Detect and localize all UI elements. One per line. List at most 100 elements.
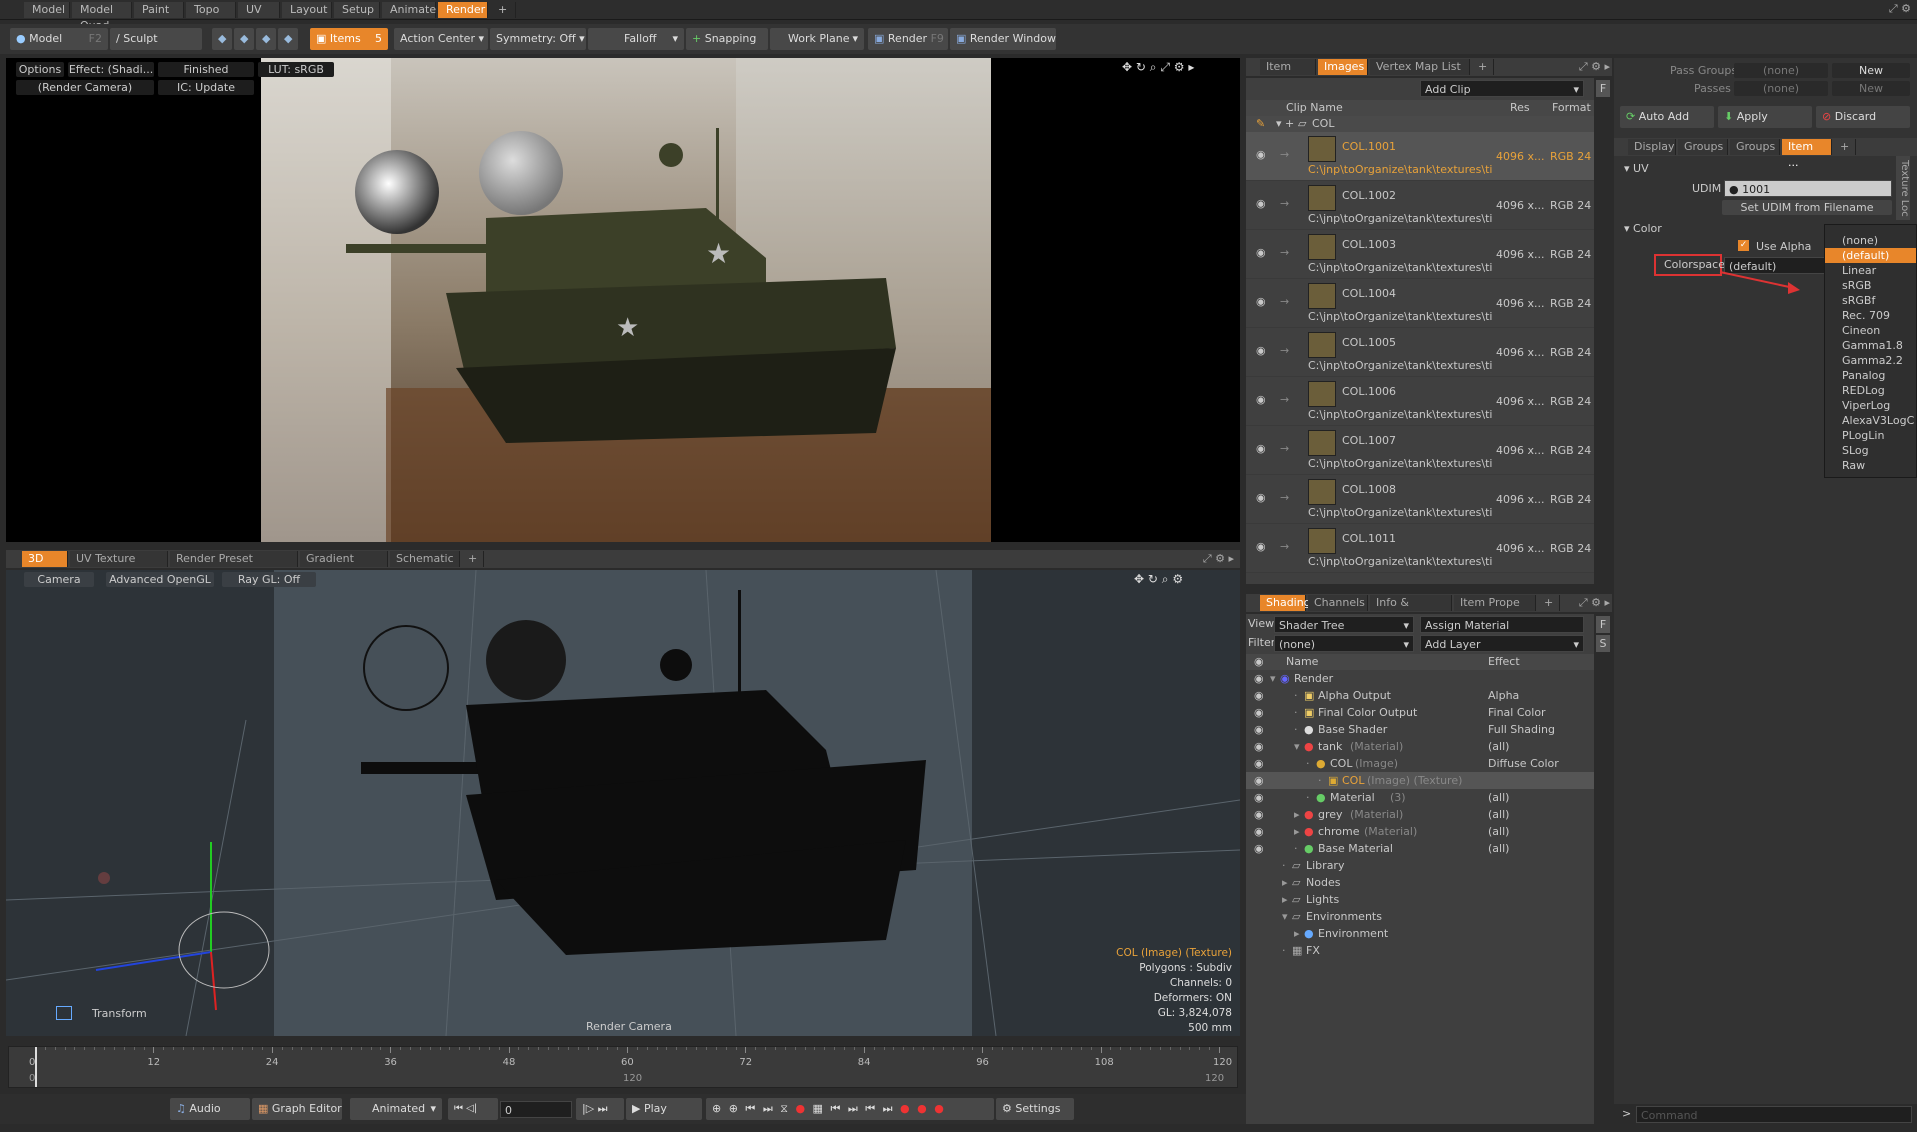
- clip-group-row[interactable]: ✎ ▾ + ▱ COL: [1246, 116, 1594, 132]
- colorspace-option[interactable]: Gamma1.8: [1825, 338, 1916, 353]
- shading-tab-3[interactable]: Item Prope ...: [1454, 595, 1536, 625]
- gear-icon[interactable]: ⚙: [1174, 60, 1185, 74]
- view3d-viewport[interactable]: Camera Advanced OpenGL Ray GL: Off ✥ ↻ ⌕…: [6, 570, 1240, 1036]
- shader-tree-item[interactable]: ◉ · ● Base Material (all): [1246, 840, 1594, 857]
- eye-icon[interactable]: ◉: [1254, 721, 1264, 738]
- tree-toggle-icon[interactable]: ·: [1294, 704, 1298, 721]
- raygl-dropdown[interactable]: Ray GL: Off: [222, 572, 316, 587]
- graph-editor-button[interactable]: ▦ Graph Editor: [252, 1098, 342, 1120]
- eye-icon[interactable]: ◉: [1256, 197, 1266, 210]
- view3d-tab-1[interactable]: UV Texture View: [70, 551, 168, 581]
- tree-toggle-icon[interactable]: ·: [1318, 772, 1322, 789]
- menu-tab-animate[interactable]: Animate: [382, 2, 436, 18]
- shading-tab-1[interactable]: Channels: [1308, 595, 1368, 611]
- add-clip-dropdown[interactable]: Add Clip ▾: [1420, 80, 1584, 97]
- props-tab-1[interactable]: Groups: [1678, 139, 1728, 155]
- tree-toggle-icon[interactable]: ▸: [1282, 891, 1288, 908]
- tree-toggle-icon[interactable]: ▸: [1282, 874, 1288, 891]
- apply-button[interactable]: ⬇ Apply: [1718, 106, 1812, 128]
- texture-locator-tab[interactable]: Texture Loc: [1896, 156, 1910, 220]
- arrow-right-icon[interactable]: ▸: [1188, 60, 1194, 74]
- images-tab-1[interactable]: Images: [1318, 59, 1368, 75]
- shader-tree-item[interactable]: ◉ ▸ ● grey (Material) (all): [1246, 806, 1594, 823]
- move-icon[interactable]: ✥: [1134, 572, 1144, 586]
- colorspace-menu[interactable]: (none) (default) Linear sRGB sRGBf Rec. 709 Ci…: [1824, 224, 1917, 478]
- add-tab-button[interactable]: +: [490, 2, 517, 18]
- action-center-dropdown[interactable]: Action Center ▾: [394, 28, 488, 50]
- clip-row[interactable]: ◉ → COL.1006 C:\jnp\toOrganize\tank\texture…: [1246, 377, 1594, 426]
- passes-dropdown[interactable]: (none): [1734, 81, 1828, 96]
- tree-toggle-icon[interactable]: ▸: [1294, 925, 1300, 942]
- opengl-dropdown[interactable]: Advanced OpenGL: [106, 572, 214, 587]
- tree-toggle-icon[interactable]: ·: [1306, 755, 1310, 772]
- colorspace-option[interactable]: Gamma2.2: [1825, 353, 1916, 368]
- clip-row[interactable]: ◉ → COL.1002 C:\jnp\toOrganize\tank\texture…: [1246, 181, 1594, 230]
- menu-tab-setup[interactable]: Setup: [334, 2, 380, 18]
- props-tab-0[interactable]: Display: [1628, 139, 1676, 155]
- eye-icon[interactable]: ◉: [1256, 540, 1266, 553]
- colorspace-option[interactable]: (none): [1825, 233, 1916, 248]
- shader-tree-item[interactable]: ◉ · ● Base Shader Full Shading: [1246, 721, 1594, 738]
- clip-row[interactable]: ◉ → COL.1008 C:\jnp\toOrganize\tank\texture…: [1246, 475, 1594, 524]
- shader-tree-item[interactable]: ◉ ▾ ● tank (Material) (all): [1246, 738, 1594, 755]
- eye-icon[interactable]: ◉: [1254, 704, 1264, 721]
- eye-icon[interactable]: ◉: [1256, 491, 1266, 504]
- f-button[interactable]: F: [1596, 616, 1610, 633]
- eye-icon[interactable]: ◉: [1256, 148, 1266, 161]
- eye-icon[interactable]: ◉: [1254, 823, 1264, 840]
- add-tab-button[interactable]: +: [1834, 139, 1857, 155]
- symmetry-dropdown[interactable]: Symmetry: Off ▾: [490, 28, 586, 50]
- sculpt-button[interactable]: / Sculpt: [110, 28, 202, 50]
- shading-tab-0[interactable]: Shading: [1260, 595, 1311, 611]
- panel-tools[interactable]: ⤢ ⚙ ▸: [1579, 58, 1610, 76]
- new-pass-button[interactable]: New: [1832, 81, 1910, 96]
- render-button[interactable]: ▣ Render F9: [868, 28, 948, 50]
- eye-icon[interactable]: ◉: [1256, 295, 1266, 308]
- play-button[interactable]: ▶ Play: [626, 1098, 702, 1120]
- shader-tree-item[interactable]: ▸ ▱ Nodes: [1246, 874, 1594, 891]
- shader-tree-item[interactable]: ▸ ▱ Lights: [1246, 891, 1594, 908]
- viewport-nav-icons[interactable]: ✥ ↻ ⌕ ⤢ ⚙ ▸: [1122, 60, 1194, 75]
- fit-icon[interactable]: ⤢: [1160, 60, 1170, 74]
- eye-icon[interactable]: ◉: [1254, 670, 1264, 687]
- render-camera-dropdown[interactable]: (Render Camera): [16, 80, 154, 95]
- eye-icon[interactable]: ◉: [1254, 755, 1264, 772]
- add-tab-button[interactable]: +: [1472, 59, 1495, 75]
- vertex-mode-button[interactable]: ◆: [212, 28, 232, 50]
- zoom-icon[interactable]: ⌕: [1150, 60, 1157, 74]
- key-tools[interactable]: ⊕ ⊕ ⏮ ⏭ ⧖ ● ▦ ⏮ ⏭ ⏮ ⏭ ● ● ●: [706, 1098, 994, 1120]
- skip-start-buttons[interactable]: ⏮ ◁|: [448, 1098, 498, 1120]
- eye-icon[interactable]: ◉: [1254, 806, 1264, 823]
- panel-tools[interactable]: ⤢ ⚙ ▸: [1579, 594, 1610, 612]
- colorspace-option[interactable]: sRGBf: [1825, 293, 1916, 308]
- discard-button[interactable]: ⊘ Discard: [1816, 106, 1910, 128]
- view-dropdown[interactable]: Shader Tree ▾: [1274, 616, 1414, 633]
- new-pass-group-button[interactable]: New: [1832, 63, 1910, 78]
- move-icon[interactable]: ✥: [1122, 60, 1132, 74]
- eye-icon[interactable]: ◉: [1254, 738, 1264, 755]
- shader-tree-item[interactable]: ▸ ● Environment: [1246, 925, 1594, 942]
- colorspace-option[interactable]: Rec. 709: [1825, 308, 1916, 323]
- colorspace-option[interactable]: Linear: [1825, 263, 1916, 278]
- items-mode-button[interactable]: ▣ Items 5: [310, 28, 388, 50]
- window-controls[interactable]: ⤢ ⚙: [1889, 2, 1911, 16]
- clip-row[interactable]: ◉ → COL.1001 C:\jnp\toOrganize\tank\texture…: [1246, 132, 1594, 181]
- shader-tree-item[interactable]: ◉ ▾ ◉ Render: [1246, 670, 1594, 687]
- filter-dropdown[interactable]: (none) ▾: [1274, 635, 1414, 652]
- tree-toggle-icon[interactable]: ▾: [1294, 738, 1300, 755]
- udim-input[interactable]: ● 1001: [1724, 180, 1892, 197]
- timeline[interactable]: 0 12 24 36 48 60 72 84 96 108 120 0 120 120: [8, 1046, 1238, 1088]
- add-tab-button[interactable]: +: [1538, 595, 1561, 611]
- colorspace-option[interactable]: ViperLog: [1825, 398, 1916, 413]
- menu-tab-layout[interactable]: Layout: [282, 2, 332, 18]
- render-viewport[interactable]: ★ ★ Options Effect: (Shadi... Finished L…: [6, 58, 1240, 542]
- shader-tree-item[interactable]: · ▱ Library: [1246, 857, 1594, 874]
- settings-button[interactable]: ⚙ Settings: [996, 1098, 1074, 1120]
- clip-row[interactable]: ◉ → COL.1003 C:\jnp\toOrganize\tank\texture…: [1246, 230, 1594, 279]
- render-window-button[interactable]: ▣ Render Window: [950, 28, 1056, 50]
- zoom-icon[interactable]: ⌕: [1162, 572, 1169, 586]
- uv-section[interactable]: ▾ UV: [1624, 162, 1649, 175]
- menu-tab-model[interactable]: Model: [24, 2, 70, 18]
- tree-toggle-icon[interactable]: ▾: [1282, 908, 1288, 925]
- shader-tree-item[interactable]: ◉ · ● COL (Image) Diffuse Color: [1246, 755, 1594, 772]
